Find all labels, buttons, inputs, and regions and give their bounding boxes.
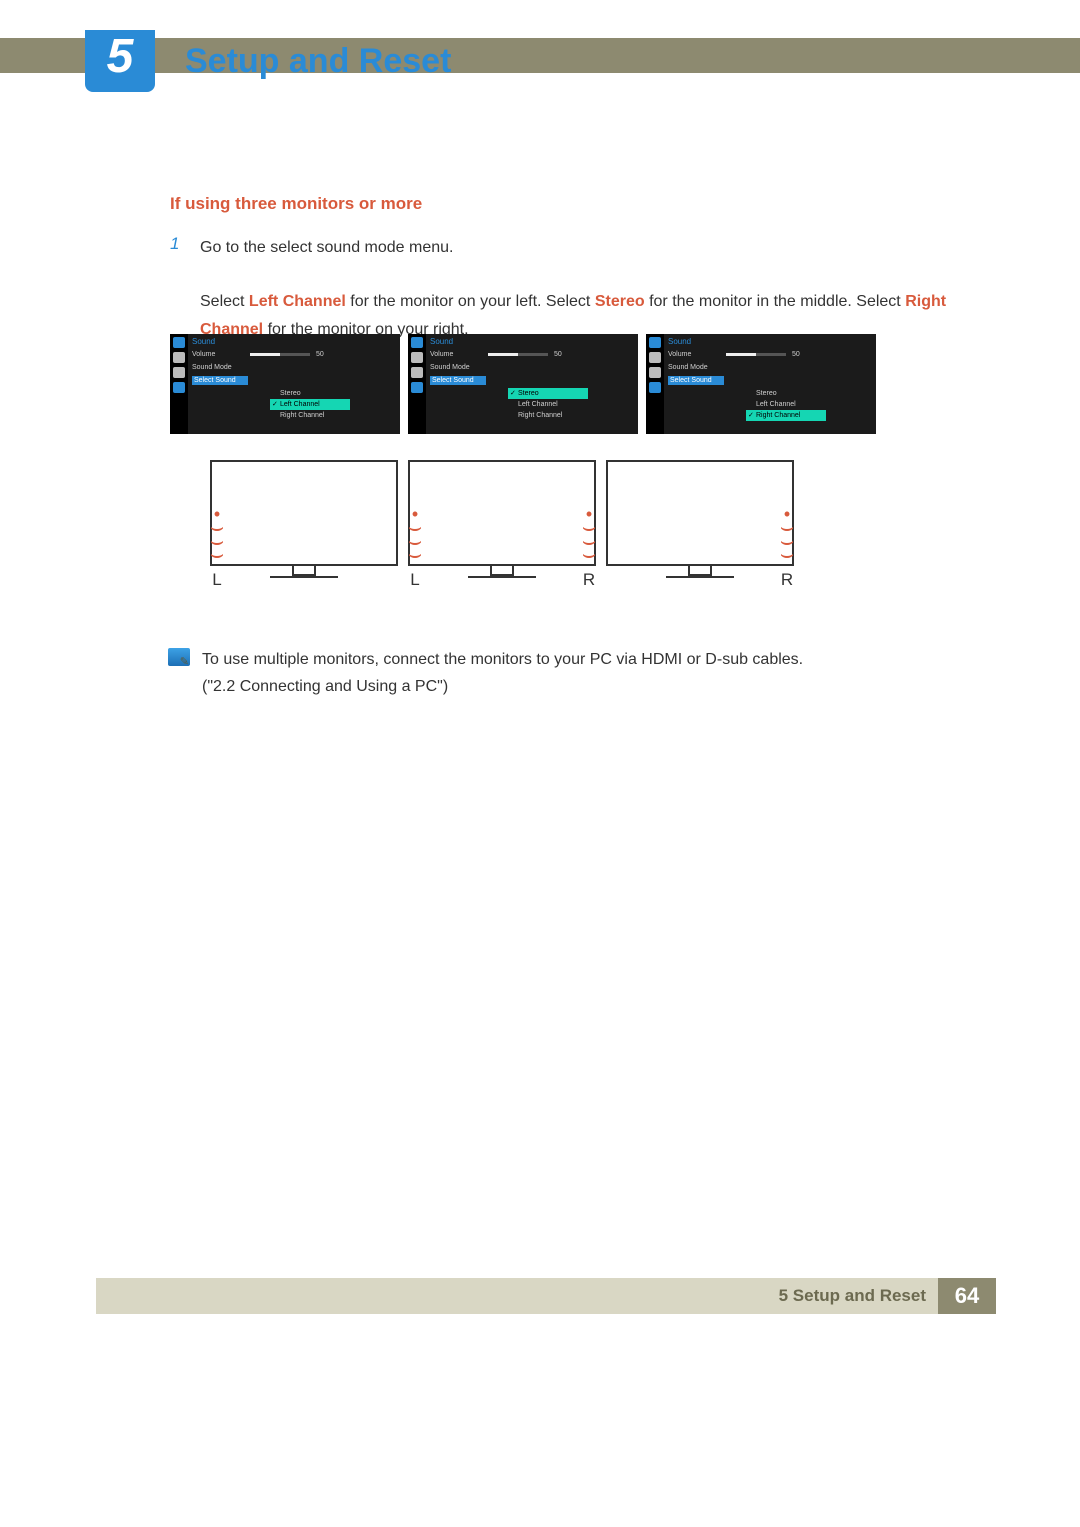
osd-select-label: Select Sound (430, 376, 486, 385)
osd-volume-value: 50 (316, 351, 324, 358)
osd-volume-label: Volume (668, 351, 726, 358)
screen-outline (606, 460, 794, 566)
osd-opt-left: Left Channel (508, 399, 588, 410)
step-body: Go to the select sound mode menu. Select… (200, 234, 985, 343)
note-text: ("2.2 Connecting and Using a PC") (202, 678, 448, 695)
screen-outline (408, 460, 596, 566)
osd-title: Sound (192, 337, 215, 346)
stand-neck (490, 566, 514, 576)
highlight-left-channel: Left Channel (249, 293, 346, 310)
monitor-icon (411, 337, 423, 348)
arrows-icon (649, 352, 661, 363)
step-text: for the monitor in the middle. Select (645, 293, 906, 310)
stand-base (270, 576, 338, 578)
note-text: To use multiple monitors, connect the mo… (202, 651, 803, 668)
step-text: Go to the select sound mode menu. (200, 239, 453, 256)
osd-menu-left: Sound Volume 50 Sound Mode Select Sound S… (170, 334, 400, 434)
monitor-right: •⌣⌣⌣ R (606, 460, 794, 588)
osd-volume-value: 50 (792, 351, 800, 358)
osd-soundmode-label: Sound Mode (192, 364, 250, 371)
osd-soundmode-label: Sound Mode (668, 364, 726, 371)
gear-icon (411, 367, 423, 378)
section-subhead: If using three monitors or more (170, 194, 985, 214)
monitor-layout-row: •⌣⌣⌣ L •⌣⌣⌣ L •⌣⌣⌣ R •⌣⌣⌣ R (210, 460, 794, 588)
step-text: for the monitor on your left. Select (346, 293, 595, 310)
osd-menu-center: Sound Volume 50 Sound Mode Select Sound S… (408, 334, 638, 434)
stand-neck (292, 566, 316, 576)
osd-sidebar (408, 334, 426, 434)
osd-sidebar (646, 334, 664, 434)
osd-opt-left: Left Channel (746, 399, 826, 410)
chapter-title: Setup and Reset (185, 42, 451, 81)
monitor-icon (649, 337, 661, 348)
osd-opt-right: Right Channel (508, 410, 588, 421)
monitor-center: •⌣⌣⌣ L •⌣⌣⌣ R (408, 460, 596, 588)
header-bar (0, 38, 1080, 73)
osd-select-label: Select Sound (192, 376, 248, 385)
speaker-label-L: L (206, 570, 228, 590)
osd-volume-label: Volume (192, 351, 250, 358)
osd-opt-stereo: Stereo (746, 388, 826, 399)
footer-title: 5 Setup and Reset (779, 1286, 926, 1306)
highlight-stereo: Stereo (595, 293, 645, 310)
speaker-icon: •⌣⌣⌣ R (776, 506, 798, 560)
osd-soundmode-label: Sound Mode (430, 364, 488, 371)
volume-bar (250, 353, 310, 356)
osd-opt-stereo: Stereo (508, 388, 588, 399)
osd-menu-right: Sound Volume 50 Sound Mode Select Sound S… (646, 334, 876, 434)
stand-base (468, 576, 536, 578)
gear-icon (173, 367, 185, 378)
osd-volume-value: 50 (554, 351, 562, 358)
step-number: 1 (170, 234, 186, 343)
speaker-label-R: R (578, 570, 600, 590)
osd-opt-left: Left Channel (270, 399, 350, 410)
osd-opt-stereo: Stereo (270, 388, 350, 399)
osd-sidebar (170, 334, 188, 434)
arrows-icon (173, 352, 185, 363)
gear-icon (649, 367, 661, 378)
step-1: 1 Go to the select sound mode menu. Sele… (170, 234, 985, 343)
speaker-icon: •⌣⌣⌣ L (404, 506, 426, 560)
speaker-icon: •⌣⌣⌣ R (578, 506, 600, 560)
stand-base (666, 576, 734, 578)
monitor-icon (173, 337, 185, 348)
footer-bar: 5 Setup and Reset 64 (96, 1278, 996, 1314)
osd-opt-right: Right Channel (270, 410, 350, 421)
info-icon (649, 382, 661, 393)
footer-page-number: 64 (938, 1278, 996, 1314)
step-text: Select (200, 293, 249, 310)
osd-menu-row: Sound Volume 50 Sound Mode Select Sound S… (170, 334, 876, 434)
monitor-left: •⌣⌣⌣ L (210, 460, 398, 588)
note-icon (168, 648, 190, 666)
speaker-label-L: L (404, 570, 426, 590)
speaker-label-R: R (776, 570, 798, 590)
info-icon (411, 382, 423, 393)
info-icon (173, 382, 185, 393)
osd-select-label: Select Sound (668, 376, 724, 385)
arrows-icon (411, 352, 423, 363)
note-body: To use multiple monitors, connect the mo… (202, 646, 803, 700)
chapter-number-badge: 5 (85, 30, 155, 92)
osd-title: Sound (430, 337, 453, 346)
volume-bar (726, 353, 786, 356)
speaker-icon: •⌣⌣⌣ L (206, 506, 228, 560)
screen-outline (210, 460, 398, 566)
volume-bar (488, 353, 548, 356)
osd-opt-right: Right Channel (746, 410, 826, 421)
osd-volume-label: Volume (430, 351, 488, 358)
stand-neck (688, 566, 712, 576)
osd-title: Sound (668, 337, 691, 346)
note-block: To use multiple monitors, connect the mo… (168, 646, 968, 700)
